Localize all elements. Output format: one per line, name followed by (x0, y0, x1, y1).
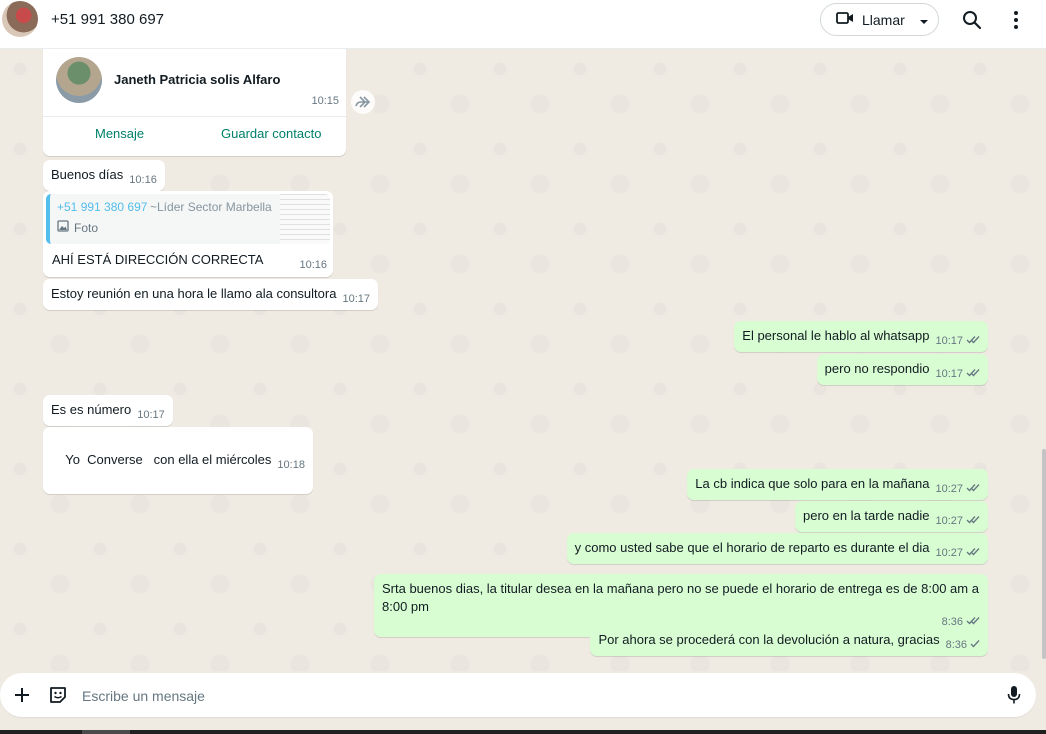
microphone-icon[interactable] (1002, 683, 1026, 707)
message-outgoing[interactable]: y como usted sabe que el horario de repa… (566, 533, 988, 564)
forward-icon[interactable] (351, 90, 375, 114)
save-contact-button[interactable]: Guardar contacto (221, 126, 321, 141)
message-text: Buenos días (51, 167, 124, 182)
message-time: 10:15 (311, 95, 339, 107)
message-text: Srta buenos dias, la titular desea en la… (382, 581, 979, 614)
read-ticks-icon (966, 511, 980, 529)
message-time: 10:27 (935, 515, 963, 527)
message-incoming[interactable]: Yo Converse con ella el miércoles 10:18 (43, 427, 313, 494)
quoted-type: Foto (57, 220, 98, 235)
plus-icon[interactable] (10, 683, 34, 707)
message-text: pero no respondio (824, 361, 930, 376)
composer (0, 671, 1046, 734)
message-contact-button[interactable]: Mensaje (95, 126, 144, 141)
message-text: pero en la tarde nadie (802, 508, 930, 523)
message-incoming[interactable]: Estoy reunión en una hora le llamo ala c… (43, 279, 378, 310)
call-label: Llamar (862, 11, 905, 28)
message-outgoing[interactable]: Por ahora se procederá con la devolución… (590, 625, 988, 656)
search-icon[interactable] (960, 8, 984, 32)
message-time: 10:18 (277, 459, 305, 471)
quoted-type-label: Foto (74, 220, 99, 235)
shared-contact-name: Janeth Patricia solis Alfaro (114, 72, 281, 87)
chat-header: +51 991 380 697 Llamar (0, 0, 1046, 49)
message-text: El personal le hablo al whatsapp (742, 328, 930, 343)
video-icon (836, 11, 854, 28)
quoted-author: +51 991 380 697 (57, 200, 148, 214)
chat-pane[interactable]: Janeth Patricia solis Alfaro 10:15 Mensa… (0, 49, 1046, 671)
contact-avatar[interactable] (2, 1, 38, 37)
message-time: 10:17 (935, 368, 963, 380)
read-ticks-icon (966, 543, 980, 561)
sent-tick-icon (970, 635, 980, 653)
message-time: 8:36 (945, 639, 967, 651)
message-incoming[interactable]: Buenos días 10:16 (43, 160, 165, 191)
shared-contact-card[interactable]: Janeth Patricia solis Alfaro 10:15 Mensa… (43, 49, 346, 156)
message-outgoing[interactable]: pero en la tarde nadie 10:27 (794, 501, 988, 532)
message-input[interactable] (80, 684, 984, 708)
message-outgoing[interactable]: El personal le hablo al whatsapp 10:17 (734, 321, 988, 352)
call-button[interactable]: Llamar (820, 3, 939, 36)
composer-box (0, 673, 1036, 717)
more-vert-icon[interactable] (1004, 8, 1028, 32)
message-time: 10:17 (137, 409, 165, 421)
message-text: La cb indica que solo para en la mañana (695, 476, 930, 491)
sticker-icon[interactable] (46, 683, 70, 707)
quoted-alias: ~Líder Sector Marbella (150, 200, 272, 214)
quoted-message[interactable]: +51 991 380 697 ~Líder Sector Marbella F… (46, 194, 330, 244)
message-text: Es es número (51, 402, 132, 417)
photo-icon (57, 220, 69, 235)
read-ticks-icon (966, 331, 980, 349)
read-ticks-icon (966, 479, 980, 497)
message-incoming[interactable]: Es es número 10:17 (43, 395, 173, 426)
message-time: 10:27 (935, 547, 963, 559)
shared-contact-avatar (56, 57, 102, 103)
quoted-photo-thumbnail (280, 194, 330, 244)
message-outgoing[interactable]: pero no respondio 10:17 (816, 354, 988, 385)
chevron-down-icon (919, 12, 929, 28)
scrollbar-thumb[interactable] (1042, 449, 1046, 659)
message-incoming-reply[interactable]: +51 991 380 697 ~Líder Sector Marbella F… (43, 191, 333, 277)
message-text: AHÍ ESTÁ DIRECCIÓN CORRECTA (52, 252, 264, 267)
message-time: 10:16 (299, 259, 327, 271)
message-time: 10:27 (935, 483, 963, 495)
message-text: y como usted sabe que el horario de repa… (574, 540, 930, 555)
taskbar-segment (82, 730, 130, 734)
read-ticks-icon (966, 364, 980, 382)
message-text: Estoy reunión en una hora le llamo ala c… (51, 286, 337, 301)
contact-name[interactable]: +51 991 380 697 (51, 11, 164, 28)
message-time: 10:17 (342, 293, 370, 305)
message-text: Yo Converse con ella el miércoles (65, 452, 272, 467)
message-outgoing[interactable]: La cb indica que solo para en la mañana 1… (687, 469, 988, 500)
divider (43, 116, 346, 117)
taskbar-strip (0, 730, 1046, 734)
chat-scrollbar[interactable] (1040, 49, 1046, 671)
message-text: Por ahora se procederá con la devolución… (598, 632, 940, 647)
message-time: 10:17 (935, 335, 963, 347)
message-time: 10:16 (129, 174, 157, 186)
